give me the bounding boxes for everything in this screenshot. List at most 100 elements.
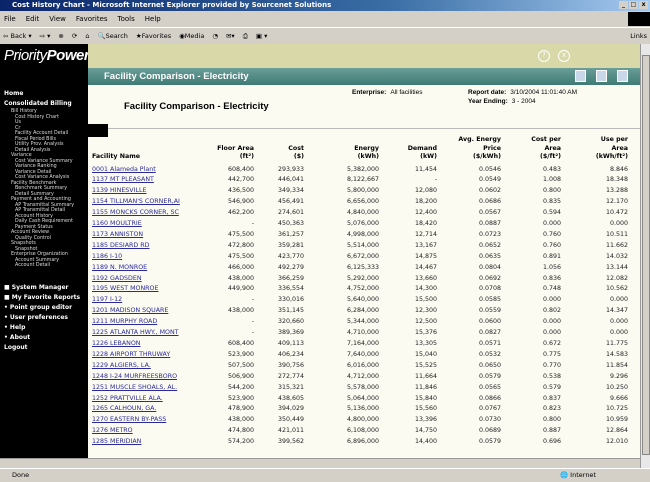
facility-link[interactable]: 1211 MURPHY ROAD	[92, 317, 210, 328]
table-row: 1252 PRATTVILLE ALA. 523,900 438,605 5,064,…	[92, 394, 628, 405]
facility-link[interactable]: 1197 I-12	[92, 295, 210, 306]
sidebar-section[interactable]: • About	[0, 333, 88, 343]
menu-favorites[interactable]: Favorites	[76, 11, 108, 27]
export-excel-icon[interactable]	[575, 70, 586, 82]
table-row: 1186 I-10 475,500 423,770 6,672,000 14,875 0.…	[92, 252, 628, 263]
facility-link[interactable]: 1137 MT PLEASANT	[92, 175, 210, 186]
sidebar-item[interactable]: Home	[0, 89, 88, 99]
menu-file[interactable]: File	[4, 11, 16, 27]
facility-link[interactable]: 1154 TILLMAN'S CORNER,AI	[92, 197, 210, 208]
maximize-button[interactable]: □	[629, 1, 638, 9]
table-cell: 350,449	[277, 416, 304, 424]
table-cell: 423,770	[277, 252, 304, 260]
search-button[interactable]: 🔍Search	[97, 28, 127, 44]
print-icon[interactable]: ⎙	[243, 28, 248, 44]
refresh-icon[interactable]: ⟳	[72, 28, 77, 44]
table-row: 1185 DESIARD RD 472,800 359,281 5,514,000 13…	[92, 241, 628, 252]
facility-link[interactable]: 1248 I-24 MURFREESBORO	[92, 372, 210, 383]
table-cell: 449,900	[227, 285, 254, 293]
scroll-thumb[interactable]	[642, 55, 650, 455]
home-icon[interactable]: ⌂	[85, 28, 89, 44]
close-button[interactable]: x	[639, 1, 648, 9]
facility-link[interactable]: 1251 MUSCLE SHOALS, AL.	[92, 383, 210, 394]
facility-link[interactable]: 1225 ATLANTA HWY., MONT	[92, 328, 210, 339]
facility-link[interactable]: 1276 METRO	[92, 426, 210, 437]
table-cell: 11.775	[605, 340, 628, 347]
media-button[interactable]: ◉Media	[179, 28, 204, 44]
mail-icon[interactable]: ✉▾	[226, 28, 235, 44]
facility-link[interactable]: 1173 ANNISTON	[92, 230, 210, 241]
stop-icon[interactable]: ⊗	[58, 28, 63, 44]
table-cell: 12,300	[414, 307, 437, 315]
menu-view[interactable]: View	[49, 11, 66, 27]
forward-button[interactable]: ⇨ ▾	[40, 28, 51, 44]
menu-help[interactable]: Help	[145, 11, 161, 27]
column-header: Energy (kWh)	[354, 144, 379, 161]
sidebar-section[interactable]: Logout	[0, 343, 88, 353]
close-circle-icon[interactable]: x	[558, 50, 570, 62]
facility-link[interactable]: 1160 MOULTRIE	[92, 219, 210, 230]
facility-link[interactable]: 1285 MERIDIAN	[92, 437, 210, 448]
column-header: Use per Area (kWh/ft²)	[595, 136, 628, 160]
facility-link[interactable]: 1195 WEST MONROE	[92, 284, 210, 295]
facility-link[interactable]: 1265 CALHOUN, GA.	[92, 404, 210, 415]
save-icon[interactable]	[596, 70, 607, 82]
facility-link[interactable]: 1192 GADSDEN	[92, 274, 210, 285]
table-cell: 0.0532	[478, 350, 501, 358]
table-cell: 14,400	[414, 438, 437, 446]
facility-link[interactable]: 1226 LEBANON	[92, 339, 210, 350]
table-cell: 462,200	[227, 209, 254, 217]
facility-link[interactable]: 1228 AIRPORT THRUWAY	[92, 350, 210, 361]
table-cell: 0.0708	[478, 285, 501, 293]
table-cell: 507,500	[227, 361, 254, 369]
sidebar-section[interactable]: • Help	[0, 323, 88, 333]
facility-link[interactable]: 1185 DESIARD RD	[92, 241, 210, 252]
links-button[interactable]: Links	[630, 28, 647, 44]
table-row: 1228 AIRPORT THRUWAY 523,900 406,234 7,640,…	[92, 350, 628, 361]
page-title: Facility Comparison - Electricity	[124, 101, 269, 112]
facility-link[interactable]: 1229 ALGIERS, LA.	[92, 361, 210, 372]
sidebar-section[interactable]: • User preferences	[0, 313, 88, 323]
table-cell: 0.696	[542, 438, 561, 446]
history-icon[interactable]: ◔	[212, 28, 218, 44]
facility-link[interactable]: 1270 EASTERN BY-PASS	[92, 415, 210, 426]
favorites-button[interactable]: ★Favorites	[136, 28, 171, 44]
table-cell: -	[251, 296, 254, 304]
facility-link[interactable]: 1189 N. MONROE	[92, 263, 210, 274]
table-cell: 293,933	[277, 165, 304, 173]
facility-link[interactable]: 1155 MONCKS CORNER, SC	[92, 208, 210, 219]
table-cell: 13,167	[414, 241, 437, 249]
minimize-button[interactable]: _	[619, 1, 628, 9]
facility-link[interactable]: 1139 HINESVILLE	[92, 186, 210, 197]
sidebar-item[interactable]: Consolidated Billing	[0, 99, 88, 109]
sidebar: PriorityPower Home Consolidated Billing Bi…	[0, 44, 90, 458]
facility-link[interactable]: 1186 I-10	[92, 252, 210, 263]
table-cell: 0.0635	[478, 252, 501, 260]
menu-edit[interactable]: Edit	[26, 11, 40, 27]
sidebar-section[interactable]: • Point group editor	[0, 303, 88, 313]
menu-tools[interactable]: Tools	[118, 11, 135, 27]
facility-link[interactable]: 1201 MADISON SQUARE	[92, 306, 210, 317]
table-row: 1154 TILLMAN'S CORNER,AI 546,900 456,491 6,…	[92, 197, 628, 208]
table-cell: 361,257	[277, 230, 304, 238]
table-cell: 506,900	[227, 372, 254, 380]
help-icon[interactable]: ?	[538, 50, 550, 62]
print-icon[interactable]	[617, 70, 628, 82]
table-cell: 0.802	[542, 307, 561, 315]
table-cell: 15,040	[414, 350, 437, 358]
table-row: 1225 ATLANTA HWY., MONT - 389,369 4,710,000…	[92, 328, 628, 339]
table-cell: 4,752,000	[346, 285, 379, 293]
back-button[interactable]: ⇦ Back ▾	[3, 28, 32, 44]
facility-link[interactable]: 1252 PRATTVILLE ALA.	[92, 394, 210, 405]
table-cell: 4,712,000	[346, 372, 379, 380]
table-cell: 0.0546	[478, 165, 501, 173]
horizontal-scrollbar[interactable]	[0, 458, 640, 468]
edit-icon[interactable]: ▣ ▾	[256, 28, 267, 44]
table-cell: 12,500	[414, 318, 437, 326]
sidebar-section[interactable]: ■ System Manager	[0, 283, 88, 293]
table-row: 1160 MOULTRIE - 450,363 5,076,000 18,420 0.08…	[92, 219, 628, 230]
vertical-scrollbar[interactable]	[640, 44, 650, 468]
sidebar-section[interactable]: ■ My Favorite Reports	[0, 293, 88, 303]
table-cell: 12.082	[605, 274, 628, 282]
facility-link[interactable]: 0001 Alameda Plant	[92, 165, 210, 176]
